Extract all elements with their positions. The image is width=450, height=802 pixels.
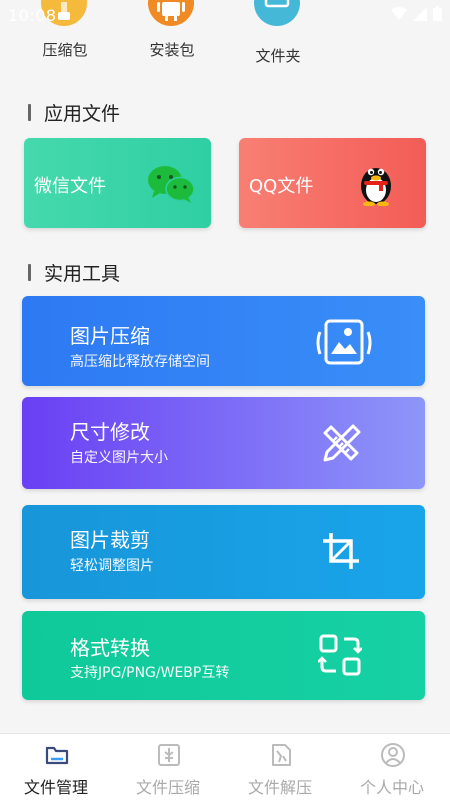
- file-compress-icon: [158, 744, 180, 766]
- wechat-icon: [148, 166, 195, 203]
- wechat-files-card[interactable]: 微信文件: [24, 138, 211, 228]
- category-folder-label: 文件夹: [255, 47, 301, 65]
- wifi-icon: [391, 6, 407, 20]
- section-app-files: 应用文件: [28, 99, 120, 126]
- tool-crop-subtitle: 轻松调整图片: [70, 558, 154, 574]
- section-tools-title: 实用工具: [44, 263, 121, 285]
- signal-icon: [413, 6, 427, 21]
- section-tools: 实用工具: [28, 259, 120, 286]
- image-compress-icon: [316, 319, 372, 365]
- battery-icon: [433, 6, 442, 21]
- nav-profile-label: 个人中心: [359, 778, 424, 797]
- tool-image-compress-title: 图片压缩: [70, 324, 150, 348]
- tool-resize-subtitle: 自定义图片大小: [70, 450, 168, 466]
- nav-file-manage[interactable]: 文件管理: [0, 734, 112, 802]
- section-bar: [28, 104, 31, 121]
- nav-file-extract[interactable]: 文件解压: [224, 734, 336, 802]
- category-apk-label: 安装包: [149, 41, 195, 59]
- convert-icon: [318, 634, 362, 676]
- bottom-nav: 文件管理 文件压缩 文件解压 个人中心: [0, 733, 450, 802]
- nav-profile[interactable]: 个人中心: [336, 734, 448, 802]
- tool-image-compress[interactable]: 图片压缩 高压缩比释放存储空间: [22, 296, 425, 386]
- status-time: 10:08: [8, 6, 57, 25]
- tool-crop-title: 图片裁剪: [70, 528, 150, 552]
- tool-format-convert-subtitle: 支持JPG/PNG/WEBP互转: [70, 665, 230, 681]
- qq-files-card[interactable]: QQ文件: [239, 138, 426, 228]
- file-extract-icon: [272, 744, 291, 766]
- tool-resize-title: 尺寸修改: [70, 420, 150, 444]
- wechat-files-label: 微信文件: [34, 176, 106, 197]
- status-icons: [391, 6, 442, 21]
- user-icon: [381, 743, 405, 767]
- ruler-pencil-icon: [323, 424, 361, 462]
- tool-format-convert[interactable]: 格式转换 支持JPG/PNG/WEBP互转: [22, 611, 425, 700]
- crop-icon: [323, 533, 359, 569]
- category-archive-label: 压缩包: [42, 41, 88, 59]
- nav-file-manage-label: 文件管理: [23, 778, 88, 797]
- tool-resize[interactable]: 尺寸修改 自定义图片大小: [22, 397, 425, 489]
- qq-penguin-icon: [361, 168, 391, 206]
- nav-file-compress[interactable]: 文件压缩: [112, 734, 224, 802]
- folder-manage-icon: [45, 746, 69, 765]
- tool-crop[interactable]: 图片裁剪 轻松调整图片: [22, 505, 425, 599]
- nav-file-extract-label: 文件解压: [247, 778, 312, 797]
- section-bar: [28, 264, 31, 281]
- qq-files-label: QQ文件: [249, 176, 314, 197]
- tool-format-convert-title: 格式转换: [70, 636, 150, 660]
- status-bar: 10:08: [0, 0, 450, 30]
- tool-image-compress-subtitle: 高压缩比释放存储空间: [70, 354, 210, 370]
- section-app-files-title: 应用文件: [44, 103, 121, 125]
- nav-file-compress-label: 文件压缩: [135, 778, 200, 797]
